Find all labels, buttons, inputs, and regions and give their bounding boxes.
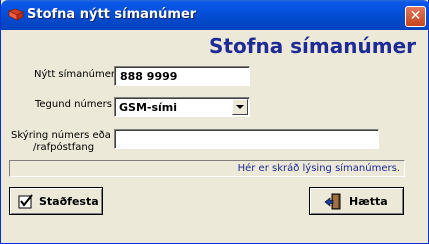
exit-door-icon [324,193,342,211]
close-button[interactable]: ✕ [405,6,426,27]
dropdown-button[interactable] [232,99,248,115]
page-title: Stofna símanúmer [209,34,416,58]
description-label-line1: Skýring númers eða [11,130,111,141]
app-book-icon [8,8,24,22]
phone-number-input[interactable]: 888 9999 [114,66,250,86]
confirm-label: Staðfesta [39,195,99,208]
checkmark-icon [17,193,35,211]
description-input[interactable] [114,129,379,149]
status-bar: Hér er skráð lýsing símanúmers. [9,160,405,177]
number-label: Nýtt símanúmer [34,69,115,80]
description-label-line2: /rafpóstfang [33,142,95,153]
close-icon: ✕ [409,8,422,24]
chevron-down-icon [236,105,244,109]
status-text: Hér er skráð lýsing símanúmers. [237,163,400,174]
number-type-select[interactable]: GSM-sími [114,97,250,117]
type-label: Tegund númers [35,99,113,110]
cancel-label: Hætta [349,195,388,208]
number-type-value: GSM-sími [119,101,178,114]
cancel-button[interactable]: Hætta [309,187,404,215]
window-title: Stofna nýtt símanúmer [27,7,197,22]
confirm-button[interactable]: Staðfesta [9,187,103,215]
title-bar[interactable]: Stofna nýtt símanúmer ✕ [1,0,429,30]
dialog-window: Stofna nýtt símanúmer ✕ Stofna símanúmer… [0,0,429,244]
